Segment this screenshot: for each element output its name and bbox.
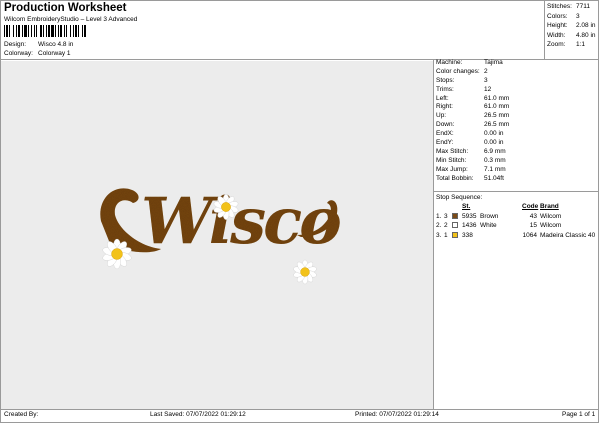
stat-label: Colors: — [547, 12, 568, 20]
stop-sequence-title: Stop Sequence: — [436, 194, 483, 201]
wisco-text: Wisco — [141, 184, 340, 259]
stat-value: 3 — [576, 12, 580, 20]
printed-date: Printed: 07/07/2022 01:29:14 — [355, 411, 439, 418]
info-label: Down: — [436, 121, 455, 129]
table-row: 2. 2 1436 White 15 Wilcom — [436, 221, 595, 231]
info-label: Max Stitch: — [436, 147, 469, 155]
info-label: Color changes: — [436, 67, 480, 75]
row-st: 1436 — [462, 222, 477, 229]
design-label: Design: — [4, 41, 27, 48]
info-value: 12 — [484, 85, 492, 93]
info-label: Left: — [436, 94, 449, 102]
embroidery-render: Wisco — [100, 184, 343, 285]
stat-value: 4.80 in — [576, 31, 596, 39]
row-num: 3. — [436, 231, 442, 239]
info-value: Tajima — [484, 59, 503, 66]
info-label: Total Bobbin: — [436, 174, 474, 182]
row-name: Brown — [480, 212, 499, 220]
stats-table: Stitches: 7711 Colors: 3 Height: 2.08 in Wi… — [547, 2, 596, 50]
info-label: Stops: — [436, 76, 455, 84]
row-num: 2. — [436, 222, 442, 229]
row-name: White — [480, 222, 497, 229]
info-value: 6.9 mm — [484, 147, 506, 155]
row-brand: Wilcom — [540, 222, 562, 229]
stat-value: 7711 — [576, 3, 590, 10]
row-code: 1064 — [522, 231, 537, 239]
stat-label: Height: — [547, 22, 568, 30]
header-brand: Brand — [540, 203, 559, 210]
info-label: Min Stitch: — [436, 156, 467, 164]
info-divider — [433, 191, 599, 192]
color-swatch — [452, 212, 458, 219]
info-value: 61.0 mm — [484, 103, 510, 111]
info-label: Machine: — [436, 59, 463, 66]
wisco-lettering: Wisco — [100, 184, 343, 259]
colorway-value: Colorway 1 — [38, 50, 71, 57]
row-num: 1. — [436, 212, 442, 220]
header-code: Code — [522, 203, 539, 210]
stat-value: 1:1 — [576, 41, 586, 49]
row-brand: Wilcom — [540, 212, 562, 220]
info-label: Max Jump: — [436, 165, 468, 173]
row-name — [480, 231, 522, 241]
machine-info: Machine: Tajima Color changes: 2 Stops: 3 T… — [436, 59, 598, 183]
stop-sequence-table: St. Code Brand 1. 3 5935 Brown 43 Wilcom… — [436, 202, 595, 240]
row-st: 5935 — [462, 212, 477, 220]
info-value: 0.00 in — [484, 130, 504, 138]
table-row: 3. 1 338 1064 Madeira Classic 40 — [436, 231, 595, 241]
stat-label: Width: — [547, 31, 566, 39]
row-st: 338 — [462, 231, 473, 239]
row-stop: 1 — [444, 231, 448, 239]
design-value: Wisco 4.8 in — [38, 41, 74, 48]
footer-divider — [0, 409, 599, 410]
info-label: Up: — [436, 112, 447, 120]
info-value: 51.04ft — [484, 174, 504, 182]
header-st: St. — [462, 203, 471, 210]
table-row: 1. 3 5935 Brown 43 Wilcom — [436, 212, 595, 222]
row-stop: 2 — [444, 222, 448, 229]
row-code: 15 — [529, 222, 537, 229]
row-code: 43 — [529, 212, 537, 220]
stats-divider — [544, 0, 545, 59]
barcode — [4, 25, 86, 37]
stat-value: 2.08 in — [576, 22, 596, 30]
preview-divider — [433, 59, 434, 410]
page-number: Page 1 of 1 — [562, 411, 596, 418]
color-swatch — [452, 222, 458, 228]
stat-label: Stitches: — [547, 3, 572, 10]
last-saved: Last Saved: 07/07/2022 01:29:12 — [150, 411, 246, 418]
daisy-flower — [293, 259, 317, 285]
info-value: 26.5 mm — [484, 112, 510, 120]
design-preview: Wisco — [1, 61, 433, 409]
worksheet-title: Production Worksheet — [4, 2, 127, 14]
info-value: 26.5 mm — [484, 121, 510, 129]
software-subtitle: Wilcom EmbroideryStudio – Level 3 Advanc… — [4, 16, 138, 23]
info-label: EndX: — [436, 130, 454, 138]
info-value: 7.1 mm — [484, 165, 506, 173]
stat-label: Zoom: — [547, 41, 566, 49]
created-by: Created By: — [4, 411, 39, 418]
info-label: EndY: — [436, 139, 454, 147]
info-value: 61.0 mm — [484, 94, 510, 102]
color-swatch — [452, 231, 458, 238]
row-brand: Madeira Classic 40 — [540, 231, 596, 239]
stop-sequence: Stop Sequence: St. Code Brand 1. 3 5935 … — [436, 193, 598, 240]
info-label: Right: — [436, 103, 453, 111]
row-stop: 3 — [444, 212, 448, 220]
info-value: 0.00 in — [484, 139, 504, 147]
info-value: 2 — [484, 67, 488, 75]
info-value: 3 — [484, 76, 488, 84]
info-value: 0.3 mm — [484, 156, 506, 164]
stop-sequence-header: St. Code Brand — [436, 202, 595, 212]
info-label: Trims: — [436, 85, 454, 93]
colorway-label: Colorway: — [4, 50, 33, 57]
